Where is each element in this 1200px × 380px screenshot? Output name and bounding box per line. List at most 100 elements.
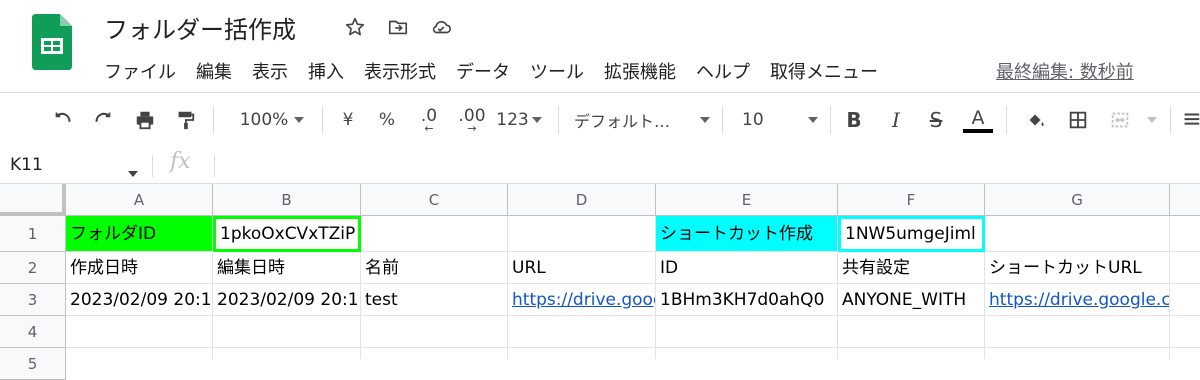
increase-decimal-button[interactable]: .00 → (452, 93, 492, 147)
cell-a3[interactable]: 2023/02/09 20:1 (66, 284, 213, 316)
cell-b2[interactable]: 編集日時 (213, 252, 361, 284)
cell-h4[interactable] (1170, 316, 1200, 348)
cell-g2[interactable]: ショートカットURL (985, 252, 1170, 284)
cell-e5[interactable] (656, 348, 838, 359)
cell-f2[interactable]: 共有設定 (838, 252, 985, 284)
cell-a5[interactable] (66, 348, 213, 359)
menu-view[interactable]: 表示 (252, 58, 288, 84)
document-title[interactable]: フォルダー括作成 (104, 10, 296, 45)
cloud-status-icon[interactable] (428, 14, 454, 40)
cell-d2[interactable]: URL (508, 252, 656, 284)
fill-color-icon[interactable] (1022, 93, 1050, 147)
cell-e4[interactable] (656, 316, 838, 348)
bold-button[interactable]: B (842, 93, 866, 147)
cell-a1[interactable]: フォルダID (66, 216, 213, 252)
column-header-b[interactable]: B (213, 184, 361, 216)
zoom-value: 100% (239, 110, 289, 130)
cell-f1[interactable]: 1NW5umgeJiml (838, 216, 985, 252)
cell-g4[interactable] (985, 316, 1170, 348)
column-header-f[interactable]: F (838, 184, 985, 216)
undo-icon[interactable] (48, 93, 78, 147)
menu-data[interactable]: データ (456, 58, 510, 84)
row-header-1[interactable]: 1 (0, 216, 66, 252)
select-all-corner[interactable] (0, 184, 66, 216)
cell-b3[interactable]: 2023/02/09 20:1 (213, 284, 361, 316)
toolbar-divider (722, 106, 723, 134)
paint-format-icon[interactable] (170, 93, 200, 147)
cell-b4[interactable] (213, 316, 361, 348)
cell-g3-link[interactable]: https://drive.google.c (985, 284, 1170, 316)
column-header-a[interactable]: A (66, 184, 213, 216)
cell-g1[interactable] (985, 216, 1170, 252)
row-header-2[interactable]: 2 (0, 252, 66, 284)
italic-button[interactable]: I (884, 93, 908, 147)
menu-tools[interactable]: ツール (530, 58, 584, 84)
chevron-down-icon[interactable] (128, 162, 138, 181)
cell-b5[interactable] (213, 348, 361, 359)
toolbar-divider (213, 106, 214, 134)
font-select[interactable]: デフォルト… (574, 93, 710, 147)
column-header-c[interactable]: C (361, 184, 508, 216)
row-header-3[interactable]: 3 (0, 284, 66, 316)
row-header-5[interactable]: 5 (0, 348, 66, 380)
cell-c3[interactable]: test (361, 284, 508, 316)
chevron-down-icon[interactable] (1144, 93, 1160, 147)
cell-c4[interactable] (361, 316, 508, 348)
cell-b1[interactable]: 1pkoOxCVxTZiP (213, 216, 361, 252)
column-header-d[interactable]: D (508, 184, 656, 216)
move-folder-icon[interactable] (385, 14, 411, 40)
cell-d1[interactable] (508, 216, 656, 252)
arrow-left-icon: ← (424, 122, 434, 135)
print-icon[interactable] (130, 93, 160, 147)
font-size-select[interactable]: 10 (742, 93, 818, 147)
cell-c5[interactable] (361, 348, 508, 359)
cell-h5[interactable] (1170, 348, 1200, 359)
percent-format-button[interactable]: % (375, 93, 399, 147)
decrease-decimal-button[interactable]: .0 ← (412, 93, 446, 147)
cell-d3-link[interactable]: https://drive.goog (508, 284, 656, 316)
cell-e2[interactable]: ID (656, 252, 838, 284)
sheets-logo-icon[interactable] (32, 14, 72, 70)
column-header-g[interactable]: G (985, 184, 1170, 216)
cell-c1[interactable] (361, 216, 508, 252)
borders-icon[interactable] (1064, 93, 1092, 147)
more-formats-select[interactable]: 123 (494, 93, 544, 147)
last-edit-link[interactable]: 最終編集: 数秒前 (996, 58, 1134, 84)
row-header-4[interactable]: 4 (0, 316, 66, 348)
column-header-h[interactable] (1170, 184, 1200, 216)
menu-insert[interactable]: 挿入 (308, 58, 344, 84)
cell-d4[interactable] (508, 316, 656, 348)
menu-edit[interactable]: 編集 (196, 58, 232, 84)
fx-icon: fx (170, 149, 191, 174)
cell-f5[interactable] (838, 348, 985, 359)
cell-c2[interactable]: 名前 (361, 252, 508, 284)
cell-f3[interactable]: ANYONE_WITH (838, 284, 985, 316)
cell-e1[interactable]: ショートカット作成 (656, 216, 838, 252)
name-box[interactable]: K11 (10, 147, 43, 183)
star-icon[interactable] (342, 14, 368, 40)
cell-a2[interactable]: 作成日時 (66, 252, 213, 284)
menu-file[interactable]: ファイル (104, 58, 176, 84)
merge-cells-icon[interactable] (1106, 93, 1134, 147)
toolbar-divider (1170, 106, 1171, 134)
menu-extensions[interactable]: 拡張機能 (604, 58, 676, 84)
redo-icon[interactable] (88, 93, 118, 147)
cell-e3[interactable]: 1BHm3KH7d0ahQ0 (656, 284, 838, 316)
cell-a4[interactable] (66, 316, 213, 348)
zoom-select[interactable]: 100% (232, 93, 312, 147)
formula-input[interactable] (224, 147, 1194, 183)
cell-h3[interactable] (1170, 284, 1200, 316)
currency-format-button[interactable]: ¥ (336, 93, 360, 147)
cell-f4[interactable] (838, 316, 985, 348)
cell-h1[interactable] (1170, 216, 1200, 252)
column-header-e[interactable]: E (656, 184, 838, 216)
menu-custom[interactable]: 取得メニュー (770, 58, 878, 84)
strikethrough-button[interactable]: S (924, 93, 948, 147)
cell-d5[interactable] (508, 348, 656, 359)
align-icon[interactable] (1182, 93, 1200, 147)
menu-help[interactable]: ヘルプ (696, 58, 750, 84)
text-color-button[interactable]: A (962, 93, 994, 147)
cell-g5[interactable] (985, 348, 1170, 359)
cell-h2[interactable] (1170, 252, 1200, 284)
menu-format[interactable]: 表示形式 (364, 58, 436, 84)
